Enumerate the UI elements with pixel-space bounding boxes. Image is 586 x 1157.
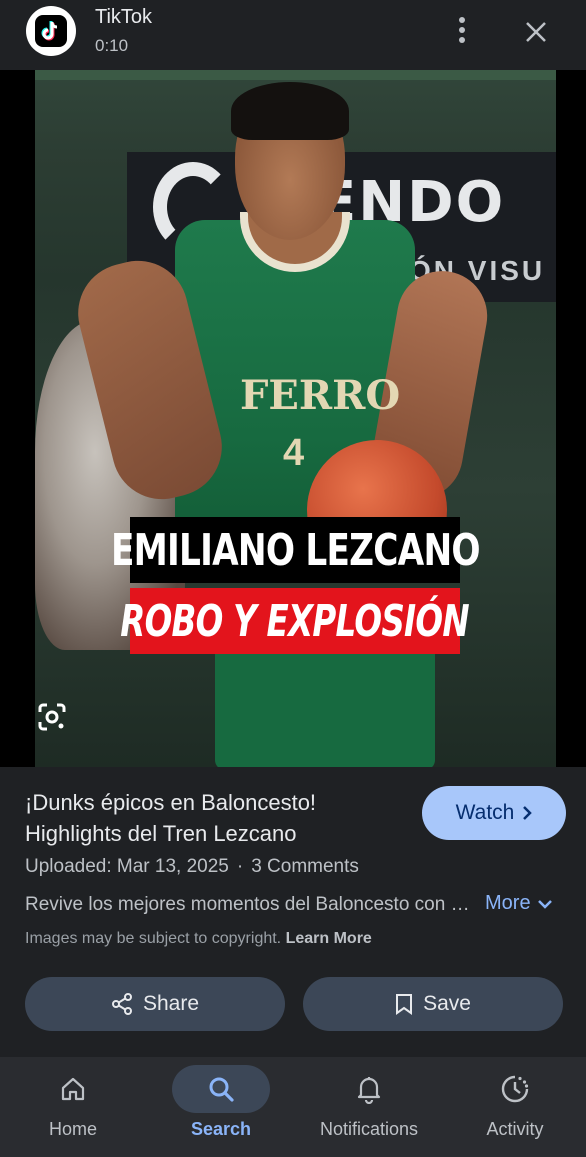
save-button[interactable]: Save [303, 977, 563, 1031]
nav-search[interactable]: Search [148, 1057, 294, 1157]
player-hair [231, 82, 349, 140]
tiktok-logo-icon [26, 6, 76, 56]
share-label: Share [142, 992, 200, 1015]
more-button[interactable]: More [485, 892, 553, 915]
bookmark-icon [396, 994, 413, 1015]
upload-date: Uploaded: Mar 13, 2025 [25, 856, 229, 877]
nav-search-label: Search [190, 1119, 252, 1139]
meta-separator: · [236, 856, 244, 877]
share-button[interactable]: Share [25, 977, 285, 1031]
image-preview[interactable]: TIENDO CIÓN VISU FERRO 4 EMILIANO LEZCAN… [0, 70, 586, 767]
caption-subtitle: ROBO Y EXPLOSIÓN [121, 588, 470, 654]
nav-notifications[interactable]: Notifications [296, 1057, 442, 1157]
bell-icon [320, 1065, 418, 1113]
close-icon[interactable] [516, 12, 556, 52]
arena-rail [35, 70, 556, 80]
copyright-notice: Images may be subject to copyright. Lear… [25, 930, 372, 948]
comment-count: 3 Comments [251, 856, 359, 877]
google-lens-icon[interactable] [30, 695, 74, 739]
nav-notifications-label: Notifications [319, 1119, 419, 1139]
bottom-navigation: Home Search Notifications Activity [0, 1057, 586, 1157]
jersey-text: FERRO [240, 372, 401, 419]
caption-name: EMILIANO LEZCANO [111, 517, 480, 583]
chevron-down-icon [537, 899, 552, 909]
nav-activity[interactable]: Activity [442, 1057, 586, 1157]
watch-button[interactable]: Watch [422, 786, 566, 840]
watch-label: Watch [455, 801, 515, 824]
nav-activity-label: Activity [486, 1119, 544, 1139]
more-label: More [485, 892, 531, 914]
share-icon [111, 993, 132, 1015]
source-name: TikTok [95, 6, 153, 28]
nav-home-label: Home [48, 1119, 97, 1139]
save-label: Save [423, 992, 471, 1015]
search-icon [172, 1065, 270, 1113]
video-duration: 0:10 [95, 36, 129, 55]
more-vert-icon[interactable] [444, 12, 480, 48]
caption-name-text: EMILIANO LEZCANO [110, 524, 481, 576]
activity-icon [466, 1065, 564, 1113]
nav-home[interactable]: Home [0, 1057, 146, 1157]
thumbnail-image: TIENDO CIÓN VISU FERRO 4 EMILIANO LEZCAN… [35, 70, 556, 767]
upload-meta: Uploaded: Mar 13, 2025 · 3 Comments [25, 856, 359, 878]
result-title[interactable]: ¡Dunks épicos en Baloncesto! Highlights … [25, 787, 405, 849]
home-icon [24, 1065, 122, 1113]
chevron-right-icon [523, 806, 533, 820]
viewer-header: TikTok 0:10 [0, 0, 586, 70]
jersey-number: 4 [283, 432, 305, 474]
caption-subtitle-text: ROBO Y EXPLOSIÓN [120, 595, 470, 647]
result-details: ¡Dunks épicos en Baloncesto! Highlights … [0, 767, 586, 1057]
copyright-text: Images may be subject to copyright. [25, 930, 282, 947]
learn-more-link[interactable]: Learn More [286, 930, 372, 947]
result-description: Revive los mejores momentos del Balonces… [25, 894, 480, 915]
